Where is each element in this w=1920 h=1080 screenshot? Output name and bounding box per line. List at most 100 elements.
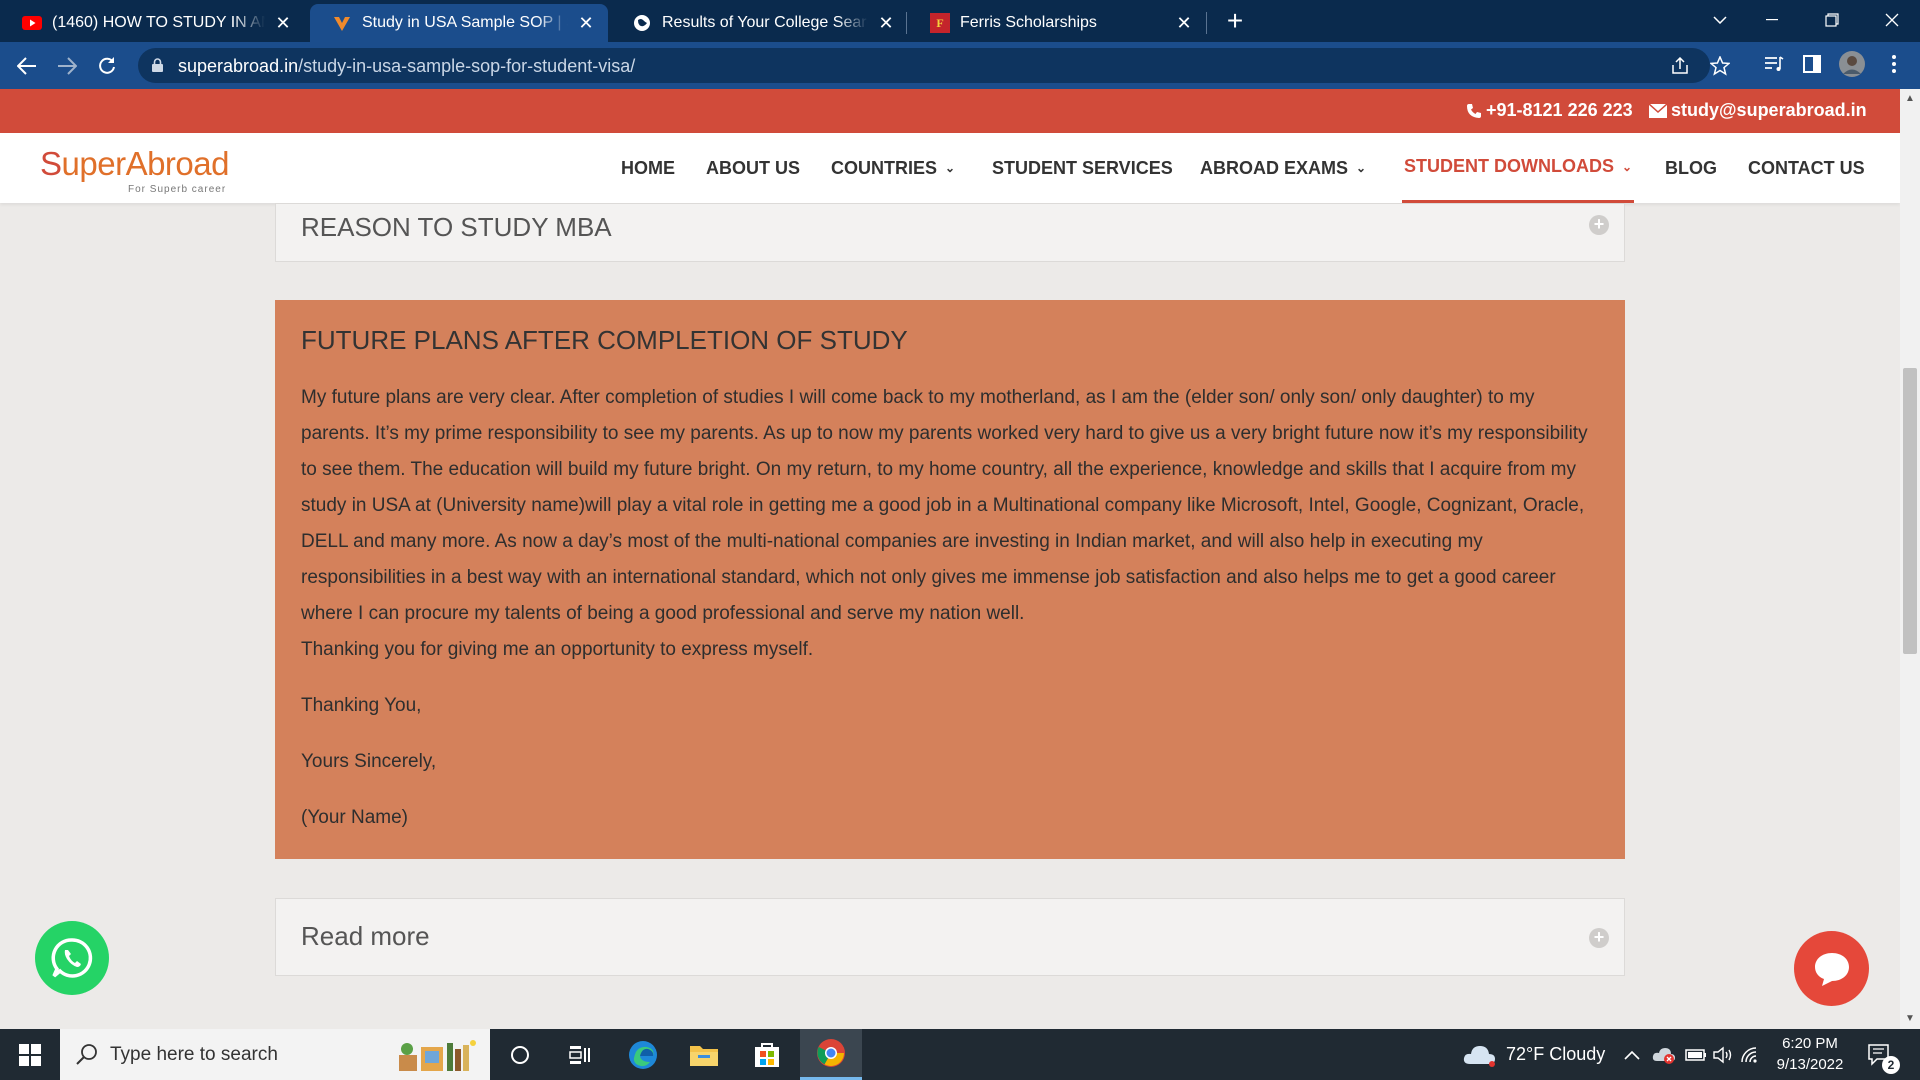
nav-home[interactable]: HOME bbox=[621, 133, 675, 203]
tab-title: Results of Your College Search - BigFutu… bbox=[662, 14, 868, 31]
accordion-title: REASON TO STUDY MBA bbox=[301, 212, 612, 242]
notification-center-button[interactable]: 2 bbox=[1868, 1029, 1900, 1080]
back-button[interactable] bbox=[12, 51, 42, 81]
phone-link[interactable]: +91-8121 226 223 bbox=[1466, 100, 1633, 121]
windows-logo-icon bbox=[19, 1043, 41, 1066]
close-icon[interactable]: ✕ bbox=[876, 13, 896, 33]
tab-ferris[interactable]: F Ferris Scholarships ✕ bbox=[908, 4, 1206, 42]
mail-icon bbox=[1649, 103, 1667, 118]
live-chat-button[interactable] bbox=[1794, 931, 1869, 1006]
media-queue-icon[interactable] bbox=[1760, 50, 1788, 78]
nav-label: STUDENT DOWNLOADS bbox=[1404, 156, 1614, 176]
task-view-icon bbox=[569, 1045, 590, 1064]
tab-search-chevron-icon[interactable] bbox=[1700, 6, 1740, 34]
closing-line: Thanking You, bbox=[301, 695, 422, 716]
cortana-circle-icon bbox=[511, 1045, 529, 1064]
close-icon[interactable]: ✕ bbox=[273, 13, 293, 33]
windows-start-button[interactable] bbox=[0, 1029, 60, 1080]
whatsapp-icon bbox=[51, 938, 93, 978]
tab-title: Study in USA Sample SOP | SuperAbroad bbox=[362, 14, 568, 31]
task-view-button[interactable] bbox=[550, 1029, 610, 1080]
expand-plus-icon[interactable]: + bbox=[1589, 928, 1609, 948]
accordion-reason-to-study-mba[interactable]: REASON TO STUDY MBA + bbox=[275, 203, 1625, 262]
kebab-menu-icon[interactable] bbox=[1880, 50, 1908, 78]
tab-title: Ferris Scholarships bbox=[960, 14, 1097, 31]
superabroad-logo[interactable]: SuperAbroad For Superb career bbox=[40, 145, 230, 195]
tab-separator bbox=[906, 12, 907, 34]
tab-superabroad[interactable]: Study in USA Sample SOP | SuperAbroad ✕ bbox=[310, 4, 608, 42]
paragraph: Thanking you for giving me an opportunit… bbox=[301, 639, 814, 660]
wifi-icon[interactable] bbox=[1740, 1029, 1760, 1080]
url-path: /study-in-usa-sample-sop-for-student-vis… bbox=[298, 56, 636, 76]
taskbar-search-box[interactable]: Type here to search bbox=[60, 1029, 490, 1080]
battery-icon[interactable] bbox=[1685, 1029, 1707, 1080]
cortana-button[interactable] bbox=[490, 1029, 550, 1080]
chevron-down-icon: ⌄ bbox=[1356, 161, 1367, 175]
nav-blog[interactable]: BLOG bbox=[1665, 133, 1717, 203]
address-bar[interactable]: superabroad.in/study-in-usa-sample-sop-f… bbox=[138, 48, 1730, 83]
ferris-favicon: F bbox=[930, 13, 950, 33]
windows-taskbar: Type here to search 72°F Cloudy 6:20 PM … bbox=[0, 1029, 1920, 1080]
share-icon[interactable] bbox=[1668, 54, 1692, 78]
tab-title: (1460) HOW TO STUDY IN AMERICA bbox=[52, 14, 265, 31]
microsoft-store-taskbar-button[interactable] bbox=[737, 1029, 797, 1080]
signature-placeholder: (Your Name) bbox=[301, 807, 409, 828]
search-highlight-illustration bbox=[399, 1040, 476, 1071]
nav-label: ABROAD EXAMS bbox=[1200, 157, 1349, 178]
whatsapp-chat-button[interactable] bbox=[35, 921, 109, 995]
chevron-up-icon bbox=[1624, 1050, 1640, 1060]
edge-taskbar-button[interactable] bbox=[613, 1029, 673, 1080]
accordion-future-plans: FUTURE PLANS AFTER COMPLETION OF STUDY M… bbox=[275, 300, 1625, 859]
nav-contact-us[interactable]: CONTACT US bbox=[1748, 133, 1865, 203]
nav-student-downloads[interactable]: STUDENT DOWNLOADS ⌄ bbox=[1402, 133, 1635, 203]
minimize-button[interactable] bbox=[1752, 6, 1792, 34]
scroll-up-arrow[interactable]: ▲ bbox=[1904, 93, 1916, 105]
accordion-read-more[interactable]: Read more + bbox=[275, 898, 1625, 976]
close-icon[interactable]: ✕ bbox=[1174, 13, 1194, 33]
star-icon[interactable] bbox=[1708, 54, 1732, 78]
scroll-down-arrow[interactable]: ▼ bbox=[1904, 1013, 1916, 1025]
side-panel-icon[interactable] bbox=[1798, 50, 1826, 78]
url-text: superabroad.in/study-in-usa-sample-sop-f… bbox=[178, 56, 635, 77]
search-icon bbox=[76, 1044, 97, 1065]
profile-avatar[interactable] bbox=[1838, 50, 1866, 78]
reload-button[interactable] bbox=[92, 51, 122, 81]
chrome-taskbar-button[interactable] bbox=[800, 1029, 862, 1080]
phone-number: +91-8121 226 223 bbox=[1486, 100, 1633, 120]
site-header: SuperAbroad For Superb career HOME ABOUT… bbox=[0, 133, 1900, 203]
tray-overflow-chevron[interactable] bbox=[1624, 1029, 1640, 1080]
logo-text: uperAbroad bbox=[61, 145, 230, 182]
system-clock[interactable]: 6:20 PM 9/13/2022 bbox=[1760, 1033, 1860, 1075]
restore-button[interactable] bbox=[1812, 6, 1852, 34]
new-tab-button[interactable]: + bbox=[1222, 7, 1248, 35]
nav-student-services[interactable]: STUDENT SERVICES bbox=[992, 133, 1173, 203]
nav-countries[interactable]: COUNTRIES ⌄ bbox=[831, 133, 955, 203]
nav-abroad-exams[interactable]: ABROAD EXAMS ⌄ bbox=[1200, 133, 1366, 203]
email-link[interactable]: study@superabroad.in bbox=[1649, 100, 1867, 121]
email-address: study@superabroad.in bbox=[1671, 100, 1867, 120]
tab-college-search[interactable]: Results of Your College Search - BigFutu… bbox=[610, 4, 908, 42]
file-explorer-taskbar-button[interactable] bbox=[674, 1029, 734, 1080]
close-icon[interactable]: ✕ bbox=[576, 13, 596, 33]
search-placeholder: Type here to search bbox=[110, 1044, 278, 1065]
url-domain: superabroad.in bbox=[178, 56, 299, 76]
nav-label: ABOUT US bbox=[706, 157, 800, 178]
notification-count-badge: 2 bbox=[1882, 1056, 1900, 1074]
scrollbar-thumb[interactable] bbox=[1903, 368, 1917, 654]
expand-plus-icon[interactable]: + bbox=[1589, 215, 1609, 235]
nav-about-us[interactable]: ABOUT US bbox=[706, 133, 800, 203]
clock-time: 6:20 PM bbox=[1782, 1035, 1838, 1052]
section-heading: FUTURE PLANS AFTER COMPLETION OF STUDY bbox=[301, 325, 908, 355]
accordion-title: Read more bbox=[301, 921, 430, 951]
nav-label: CONTACT US bbox=[1748, 157, 1865, 178]
section-body: My future plans are very clear. After co… bbox=[301, 380, 1601, 856]
forward-button[interactable] bbox=[52, 51, 82, 81]
browser-toolbar: superabroad.in/study-in-usa-sample-sop-f… bbox=[0, 42, 1920, 89]
tab-youtube[interactable]: (1460) HOW TO STUDY IN AMERICA ✕ bbox=[0, 4, 305, 42]
close-window-button[interactable] bbox=[1872, 6, 1912, 34]
volume-icon[interactable] bbox=[1713, 1029, 1735, 1080]
youtube-icon bbox=[22, 13, 42, 33]
onedrive-error-icon[interactable] bbox=[1652, 1029, 1676, 1080]
chrome-icon bbox=[817, 1039, 845, 1067]
weather-widget[interactable]: 72°F Cloudy bbox=[1462, 1029, 1605, 1080]
